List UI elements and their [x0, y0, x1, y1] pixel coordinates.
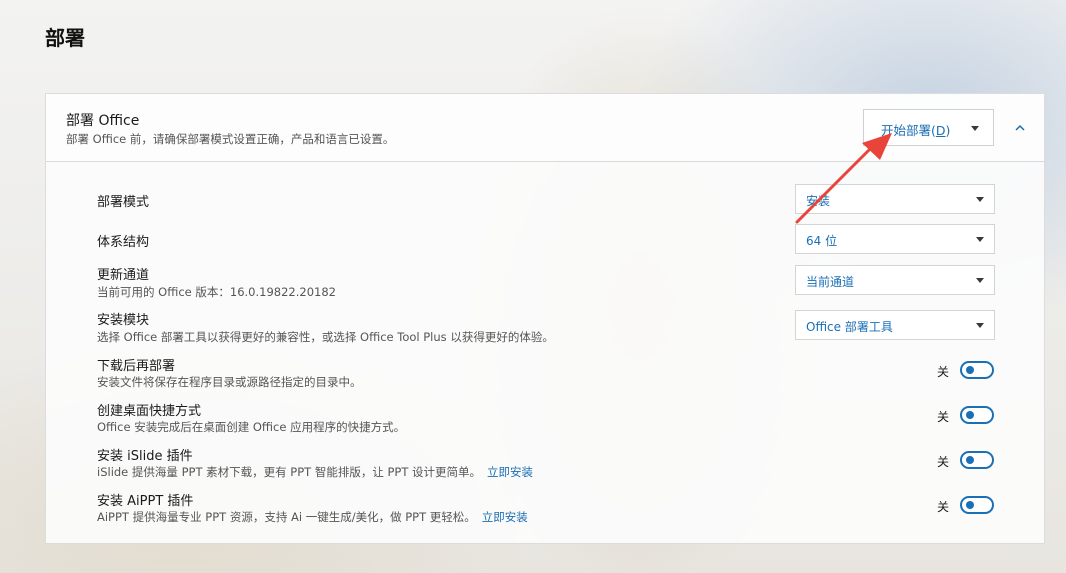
page-title: 部署	[45, 26, 85, 50]
architecture-label: 体系结构	[97, 235, 150, 250]
architecture-select[interactable]: 64 位	[795, 224, 995, 254]
install-module-description: 选择 Office 部署工具以获得更好的兼容性，或选择 Office Tool …	[97, 330, 554, 344]
start-deploy-label: 开始部署(D)	[881, 123, 951, 138]
toggle-state-text: 关	[937, 365, 950, 379]
islide-plugin-toggle[interactable]	[960, 451, 994, 469]
desktop-shortcut-label: 创建桌面快捷方式	[97, 404, 202, 419]
install-module-label: 安装模块	[97, 313, 150, 328]
aippt-plugin-description: AiPPT 提供海量专业 PPT 资源，支持 Ai 一键生成/美化，做 PPT …	[97, 510, 528, 524]
chevron-down-icon	[976, 278, 984, 283]
download-then-deploy-toggle[interactable]	[960, 361, 994, 379]
toggle-state-text: 关	[937, 500, 950, 514]
islide-install-link[interactable]: 立即安装	[487, 465, 533, 479]
aippt-plugin-toggle[interactable]	[960, 496, 994, 514]
chevron-down-icon	[976, 323, 984, 328]
toggle-state-text: 关	[937, 455, 950, 469]
update-channel-description: 当前可用的 Office 版本：16.0.19822.20182	[97, 285, 336, 299]
deploy-office-panel: 部署 Office 部署 Office 前，请确保部署模式设置正确，产品和语言已…	[45, 93, 1045, 544]
panel-header[interactable]: 部署 Office 部署 Office 前，请确保部署模式设置正确，产品和语言已…	[46, 94, 1044, 162]
desktop-shortcut-description: Office 安装完成后在桌面创建 Office 应用程序的快捷方式。	[97, 420, 406, 434]
install-module-select[interactable]: Office 部署工具	[795, 310, 995, 340]
chevron-down-icon	[976, 197, 984, 202]
download-then-deploy-description: 安装文件将保存在程序目录或源路径指定的目录中。	[97, 375, 362, 389]
islide-plugin-label: 安装 iSlide 插件	[97, 449, 193, 464]
deploy-mode-label: 部署模式	[97, 195, 150, 210]
desktop-shortcut-toggle[interactable]	[960, 406, 994, 424]
update-channel-label: 更新通道	[97, 268, 150, 283]
panel-description: 部署 Office 前，请确保部署模式设置正确，产品和语言已设置。	[66, 132, 395, 146]
islide-plugin-description: iSlide 提供海量 PPT 素材下载，更有 PPT 智能排版，让 PPT 设…	[97, 465, 534, 479]
aippt-plugin-label: 安装 AiPPT 插件	[97, 494, 194, 509]
chevron-up-icon[interactable]	[1014, 122, 1026, 134]
update-channel-select[interactable]: 当前通道	[795, 265, 995, 295]
deploy-mode-select[interactable]: 安装	[795, 184, 995, 214]
chevron-down-icon	[976, 237, 984, 242]
toggle-state-text: 关	[937, 410, 950, 424]
chevron-down-icon[interactable]	[971, 126, 979, 131]
panel-title: 部署 Office	[66, 113, 140, 129]
download-then-deploy-label: 下载后再部署	[97, 359, 176, 374]
aippt-install-link[interactable]: 立即安装	[482, 510, 528, 524]
start-deploy-button[interactable]: 开始部署(D)	[863, 109, 994, 146]
